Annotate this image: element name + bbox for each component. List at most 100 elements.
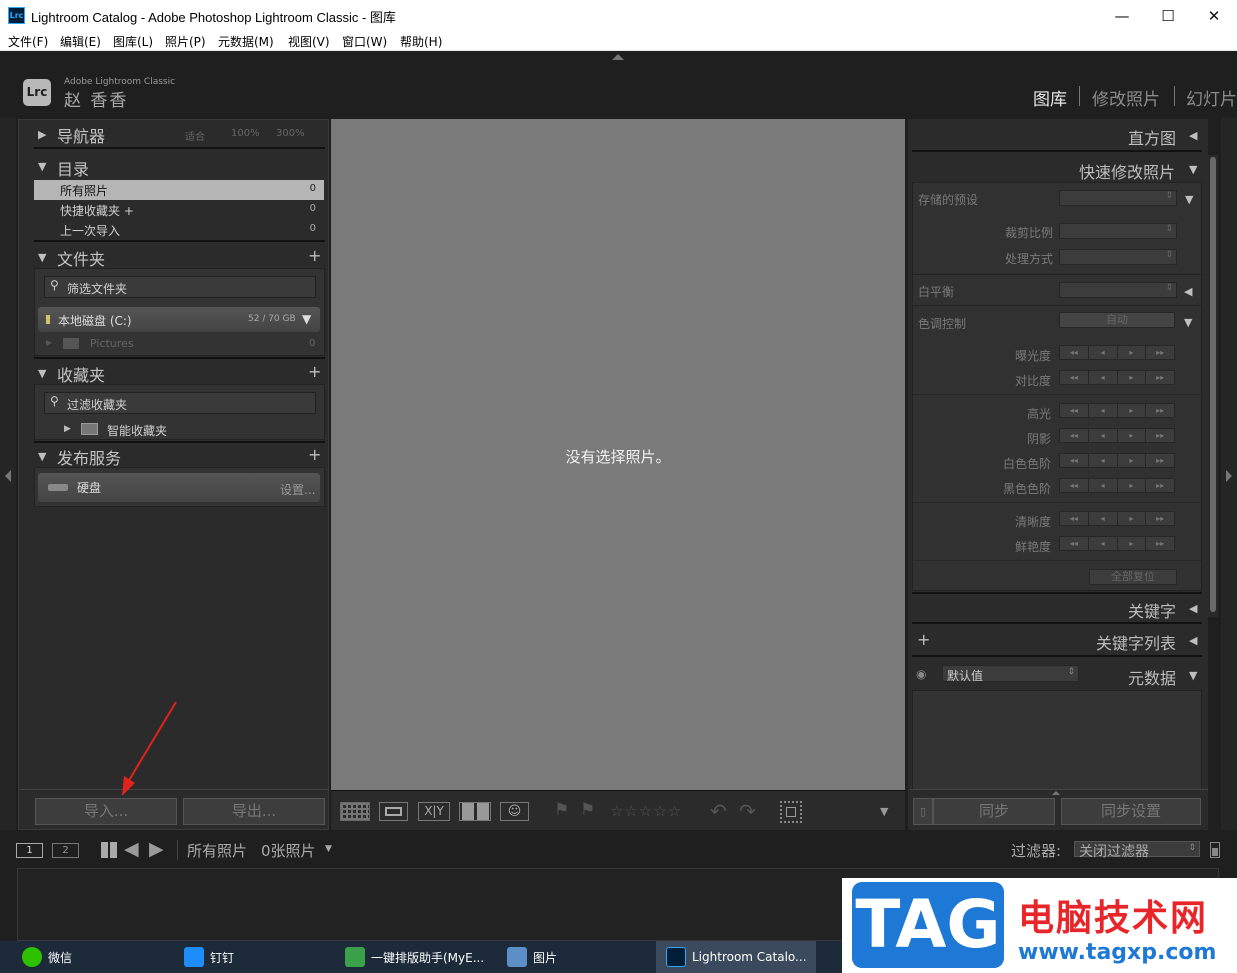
menu-edit[interactable]: 编辑(E) bbox=[60, 33, 101, 50]
publish-hard-drive[interactable]: 硬盘 设置... bbox=[38, 473, 320, 502]
crop-overlay-icon[interactable] bbox=[780, 801, 802, 823]
flag-pick-icon[interactable]: ⚑ bbox=[554, 800, 569, 820]
menu-help[interactable]: 帮助(H) bbox=[400, 33, 442, 50]
taskbar-photos[interactable]: 图片 bbox=[507, 941, 647, 973]
folders-header[interactable]: 文件夹 bbox=[57, 246, 105, 270]
crop-ratio-dropdown[interactable]: ⇕ bbox=[1059, 223, 1177, 239]
rotate-left-icon[interactable]: ↶ bbox=[710, 799, 727, 823]
collapse-collections-icon[interactable]: ▼ bbox=[38, 367, 46, 380]
filter-folders-input[interactable]: ⚲ 筛选文件夹 bbox=[44, 276, 316, 298]
filter-lock-icon[interactable] bbox=[1210, 842, 1220, 858]
rotate-right-icon[interactable]: ↷ bbox=[739, 799, 756, 823]
eye-icon[interactable]: ◉ bbox=[916, 667, 926, 681]
collapse-publish-icon[interactable]: ▼ bbox=[38, 450, 46, 463]
menu-photo[interactable]: 照片(P) bbox=[165, 33, 206, 50]
zoom-100[interactable]: 100% bbox=[231, 128, 260, 139]
zoom-300[interactable]: 300% bbox=[276, 128, 305, 139]
survey-view-icon[interactable] bbox=[459, 802, 491, 821]
expand-subfolder-icon[interactable]: ▶ bbox=[46, 338, 52, 347]
sync-settings-button[interactable]: 同步设置 bbox=[1061, 798, 1201, 825]
loupe-view-icon[interactable] bbox=[379, 802, 408, 821]
catalog-header[interactable]: 目录 bbox=[57, 156, 89, 180]
filmstrip-source[interactable]: 所有照片 bbox=[187, 840, 247, 861]
whites-stepper[interactable]: ◂◂ ◂ ▸ ▸▸ bbox=[1059, 453, 1175, 468]
zoom-fit[interactable]: 适合 bbox=[185, 128, 205, 143]
right-scrollbar-thumb[interactable] bbox=[1210, 157, 1216, 612]
keywording-header[interactable]: 关键字 bbox=[1100, 598, 1176, 622]
navigator-header[interactable]: 导航器 bbox=[57, 123, 105, 147]
collapse-folders-icon[interactable]: ▼ bbox=[38, 251, 46, 264]
people-view-icon[interactable]: ☺ bbox=[500, 802, 529, 821]
collapse-quick-develop-icon[interactable]: ▼ bbox=[1189, 163, 1197, 176]
flag-reject-icon[interactable]: ⚑ bbox=[580, 800, 595, 820]
exposure-stepper[interactable]: ◂◂ ◂ ▸ ▸▸ bbox=[1059, 345, 1175, 360]
toolbar-menu-icon[interactable]: ▼ bbox=[880, 805, 888, 818]
module-develop[interactable]: 修改照片 bbox=[1092, 85, 1160, 110]
collapse-metadata-icon[interactable]: ▼ bbox=[1189, 669, 1197, 682]
histogram-header[interactable]: 直方图 bbox=[1100, 125, 1176, 149]
catalog-row-all-photos[interactable]: 所有照片 0 bbox=[34, 180, 324, 200]
main-window-button[interactable]: 1 bbox=[16, 843, 43, 858]
auto-tone-button[interactable]: 自动 bbox=[1059, 312, 1175, 328]
add-collection-icon[interactable]: + bbox=[308, 362, 321, 381]
contrast-stepper[interactable]: ◂◂ ◂ ▸ ▸▸ bbox=[1059, 370, 1175, 385]
add-publish-service-icon[interactable]: + bbox=[308, 445, 321, 464]
expand-saved-preset-icon[interactable]: ▼ bbox=[1185, 193, 1193, 206]
treatment-dropdown[interactable]: ⇕ bbox=[1059, 249, 1177, 265]
sync-switch-icon[interactable]: ▯ bbox=[913, 798, 933, 825]
taskbar-lightroom[interactable]: Lightroom Catalo... bbox=[656, 941, 816, 973]
catalog-row-quick-collection[interactable]: 快捷收藏夹 + 0 bbox=[34, 200, 324, 220]
secondary-window-button[interactable]: 2 bbox=[52, 843, 79, 858]
menu-library[interactable]: 图库(L) bbox=[113, 33, 153, 50]
highlights-stepper[interactable]: ◂◂ ◂ ▸ ▸▸ bbox=[1059, 403, 1175, 418]
source-dropdown-icon[interactable]: ▼ bbox=[325, 844, 332, 854]
filter-collections-input[interactable]: ⚲ 过滤收藏夹 bbox=[44, 392, 316, 414]
module-slideshow[interactable]: 幻灯片 bbox=[1186, 85, 1237, 110]
publish-settings-link[interactable]: 设置... bbox=[280, 481, 315, 498]
clarity-stepper[interactable]: ◂◂ ◂ ▸ ▸▸ bbox=[1059, 511, 1175, 526]
menu-window[interactable]: 窗口(W) bbox=[342, 33, 387, 50]
menu-view[interactable]: 视图(V) bbox=[288, 33, 330, 50]
collapse-top-icon[interactable] bbox=[612, 54, 624, 60]
expand-histogram-icon[interactable]: ◀ bbox=[1189, 129, 1197, 142]
quick-develop-header[interactable]: 快速修改照片 bbox=[1060, 159, 1175, 183]
catalog-row-previous-import[interactable]: 上一次导入 0 bbox=[34, 220, 324, 240]
filter-dropdown[interactable]: 关闭过滤器 ⇕ bbox=[1074, 841, 1200, 860]
close-button[interactable]: ✕ bbox=[1191, 0, 1237, 31]
menu-metadata[interactable]: 元数据(M) bbox=[218, 33, 274, 50]
collections-header[interactable]: 收藏夹 bbox=[57, 362, 105, 386]
expand-smart-collections-icon[interactable]: ▶ bbox=[64, 424, 71, 434]
taskbar-typesetting[interactable]: 一键排版助手(MyE... bbox=[345, 941, 495, 973]
taskbar-wechat[interactable]: 微信 bbox=[22, 941, 172, 973]
back-arrow-icon[interactable]: ◀ bbox=[124, 838, 139, 860]
grid-view-icon[interactable] bbox=[340, 802, 370, 821]
publish-services-header[interactable]: 发布服务 bbox=[57, 445, 121, 469]
module-library[interactable]: 图库 bbox=[1033, 85, 1067, 110]
expand-white-balance-icon[interactable]: ◀ bbox=[1184, 285, 1192, 298]
sync-button[interactable]: 同步 bbox=[933, 798, 1055, 825]
reset-all-button[interactable]: 全部复位 bbox=[1089, 569, 1177, 585]
right-scrollbar-track[interactable] bbox=[1208, 155, 1218, 617]
smart-collections-label[interactable]: 智能收藏夹 bbox=[107, 422, 167, 439]
drive-local-c[interactable]: 本地磁盘 (C:) 52 / 70 GB ▼ bbox=[38, 307, 320, 332]
minimize-button[interactable]: — bbox=[1099, 0, 1145, 31]
collapse-tone-control-icon[interactable]: ▼ bbox=[1184, 316, 1192, 329]
add-folder-icon[interactable]: + bbox=[308, 246, 321, 265]
collapse-catalog-icon[interactable]: ▼ bbox=[38, 160, 46, 173]
blacks-stepper[interactable]: ◂◂ ◂ ▸ ▸▸ bbox=[1059, 478, 1175, 493]
compare-view-icon[interactable]: X|Y bbox=[418, 802, 450, 821]
maximize-button[interactable]: ☐ bbox=[1145, 0, 1191, 31]
forward-arrow-icon[interactable]: ▶ bbox=[149, 838, 164, 860]
grid-icon[interactable] bbox=[101, 842, 117, 858]
subfolder-name[interactable]: Pictures bbox=[90, 337, 134, 350]
expand-keywording-icon[interactable]: ◀ bbox=[1189, 602, 1197, 615]
saved-preset-dropdown[interactable]: ⇕ bbox=[1059, 190, 1177, 206]
metadata-header[interactable]: 元数据 bbox=[1100, 665, 1176, 689]
grid-view-area[interactable]: 没有选择照片。 bbox=[331, 119, 905, 790]
expand-keyword-list-icon[interactable]: ◀ bbox=[1189, 634, 1197, 647]
collapse-left-icon[interactable] bbox=[5, 470, 11, 482]
collapse-right-icon[interactable] bbox=[1226, 470, 1232, 482]
export-button[interactable]: 导出... bbox=[183, 798, 325, 825]
expand-navigator-icon[interactable]: ▶ bbox=[38, 128, 46, 141]
menu-file[interactable]: 文件(F) bbox=[8, 33, 48, 50]
